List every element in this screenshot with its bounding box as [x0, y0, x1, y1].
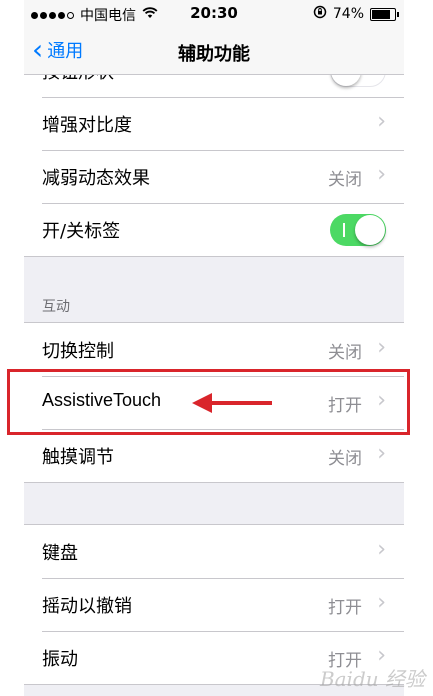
- chevron-right-icon: ›: [377, 162, 386, 187]
- display-group: 按钮形状 增强对比度 › 减弱动态效果 关闭 › 开/关标签: [24, 44, 404, 257]
- shake-to-undo-value: 打开: [328, 598, 362, 618]
- onoff-labels-label: 开/关标签: [42, 221, 121, 242]
- shake-to-undo-row[interactable]: 摇动以撤销 打开 ›: [24, 578, 404, 631]
- keyboard-row[interactable]: 键盘 ›: [24, 525, 404, 578]
- battery-percent: 74%: [332, 6, 364, 22]
- touch-accommodations-value: 关闭: [328, 449, 362, 469]
- rotation-lock-icon: [313, 5, 327, 23]
- chevron-right-icon: ›: [377, 109, 386, 134]
- chevron-right-icon: ›: [377, 441, 386, 466]
- touch-accommodations-label: 触摸调节: [42, 447, 114, 468]
- chevron-right-icon: ›: [377, 537, 386, 562]
- reduce-motion-label: 减弱动态效果: [42, 168, 150, 189]
- navigation-bar-overlay: ‹ 通用 辅助功能: [24, 28, 404, 75]
- onoff-labels-row[interactable]: 开/关标签: [24, 203, 404, 256]
- shake-to-undo-label: 摇动以撤销: [42, 596, 132, 617]
- switch-control-label: 切换控制: [42, 341, 114, 362]
- battery-icon: [370, 7, 399, 21]
- switch-control-value: 关闭: [328, 343, 362, 363]
- reduce-motion-value: 关闭: [328, 170, 362, 190]
- vibration-label: 振动: [42, 649, 78, 670]
- increase-contrast-row[interactable]: 增强对比度 ›: [24, 97, 404, 150]
- chevron-right-icon: ›: [377, 590, 386, 615]
- on-mark-icon: [343, 223, 345, 237]
- keyboard-label: 键盘: [42, 543, 78, 564]
- status-right: 74%: [313, 5, 399, 23]
- baidu-watermark: Baidu 经验: [319, 667, 425, 691]
- status-bar-overlay: 中国电信 20:30 74%: [24, 0, 404, 28]
- page-title: 辅助功能: [178, 44, 250, 65]
- increase-contrast-label: 增强对比度: [42, 115, 132, 136]
- onoff-labels-switch[interactable]: [330, 214, 386, 246]
- annotation-arrow-icon: [190, 388, 274, 422]
- other-group: 键盘 › 摇动以撤销 打开 › 振动 打开 ›: [24, 524, 404, 685]
- phone-screen: 中国电信 20:30 74% ‹: [24, 0, 404, 696]
- touch-accommodations-row[interactable]: 触摸调节 关闭 ›: [24, 429, 404, 482]
- chevron-right-icon: ›: [377, 335, 386, 360]
- interaction-section-header: 互动: [42, 299, 70, 315]
- reduce-motion-row[interactable]: 减弱动态效果 关闭 ›: [24, 150, 404, 203]
